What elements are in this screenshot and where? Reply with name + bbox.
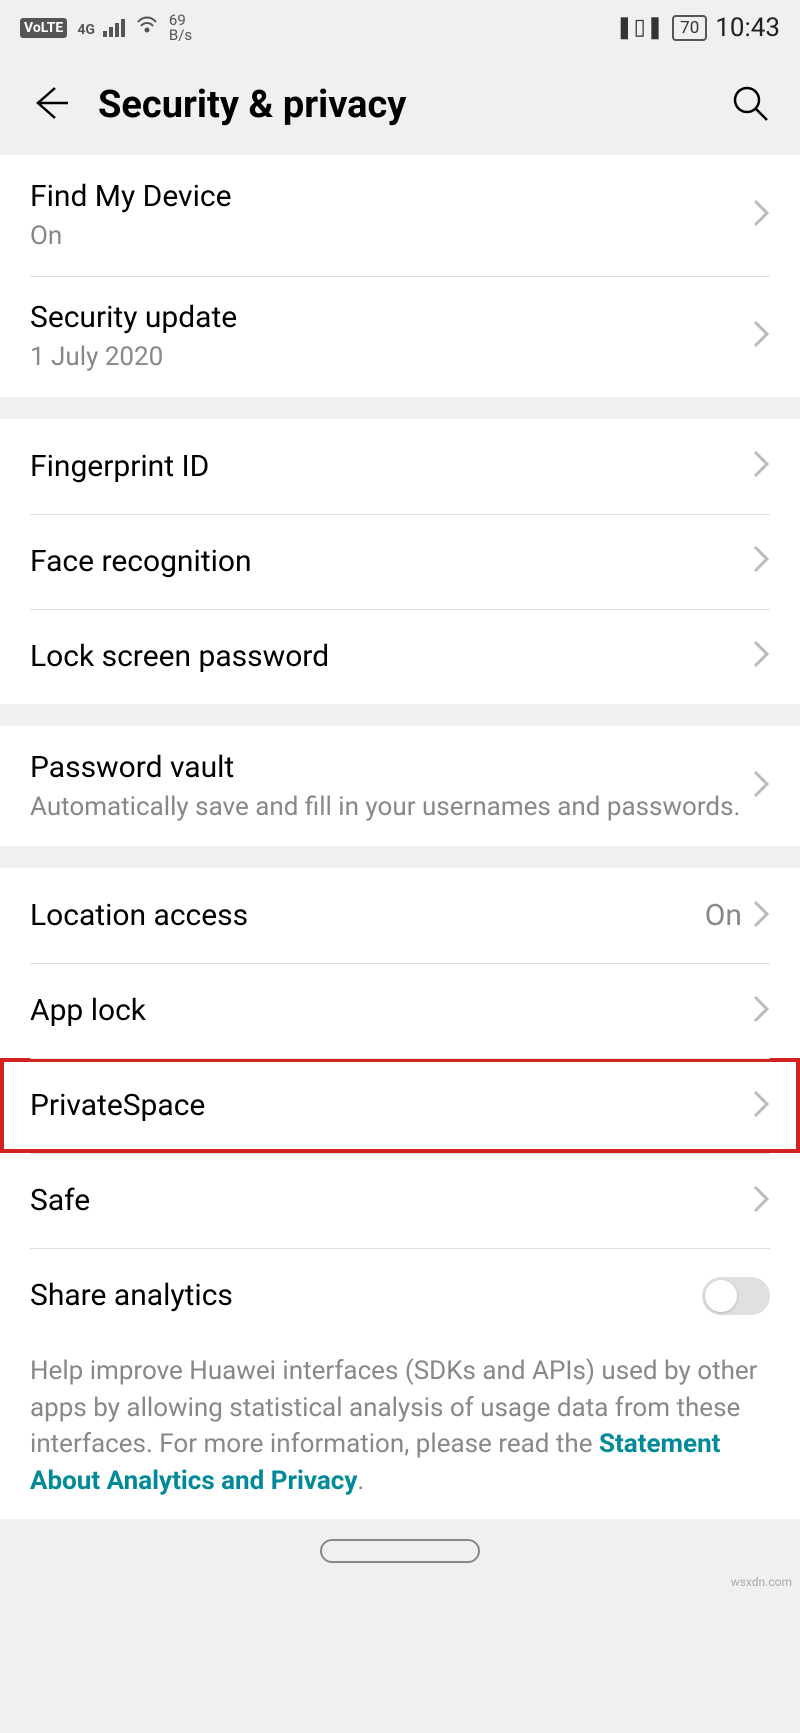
group-biometrics: Fingerprint ID Face recognition Lock scr… <box>0 419 800 704</box>
wifi-icon <box>135 13 159 42</box>
chevron-right-icon <box>752 198 770 232</box>
page-title: Security & privacy <box>98 83 702 127</box>
speed-unit: B/s <box>169 28 192 43</box>
row-title: Safe <box>30 1181 752 1220</box>
row-title: Fingerprint ID <box>30 447 752 486</box>
group-device: Find My Device On Security update 1 July… <box>0 155 800 397</box>
clock: 10:43 <box>715 13 780 43</box>
row-password-vault[interactable]: Password vault Automatically save and fi… <box>0 726 800 847</box>
chevron-right-icon <box>752 994 770 1028</box>
row-fingerprint-id[interactable]: Fingerprint ID <box>0 419 800 514</box>
status-bar: VoLTE 4G 69 B/s ❚▯❚ 70 10:43 <box>0 0 800 55</box>
chevron-right-icon <box>752 1089 770 1123</box>
chevron-right-icon <box>752 769 770 803</box>
battery-indicator: 70 <box>672 15 707 41</box>
status-right: ❚▯❚ 70 10:43 <box>615 13 780 43</box>
row-subtitle: 1 July 2020 <box>30 341 752 375</box>
group-password-vault: Password vault Automatically save and fi… <box>0 726 800 847</box>
row-subtitle: On <box>30 220 752 254</box>
signal-icons: 4G <box>77 19 125 37</box>
row-title: PrivateSpace <box>30 1086 752 1125</box>
analytics-description: Help improve Huawei interfaces (SDKs and… <box>0 1343 800 1519</box>
row-title: Share analytics <box>30 1276 702 1315</box>
watermark: wsxdn.com <box>0 1573 800 1591</box>
header: Security & privacy <box>0 55 800 155</box>
row-private-space[interactable]: PrivateSpace <box>0 1058 800 1153</box>
row-title: Find My Device <box>30 177 752 216</box>
row-title: Location access <box>30 896 705 935</box>
chevron-right-icon <box>752 544 770 578</box>
network-speed: 69 B/s <box>169 13 192 43</box>
row-app-lock[interactable]: App lock <box>0 963 800 1058</box>
chevron-right-icon <box>752 449 770 483</box>
search-icon[interactable] <box>730 83 770 127</box>
row-title: Face recognition <box>30 542 752 581</box>
chevron-right-icon <box>752 899 770 933</box>
row-face-recognition[interactable]: Face recognition <box>0 514 800 609</box>
row-subtitle: Automatically save and fill in your user… <box>30 791 752 825</box>
row-security-update[interactable]: Security update 1 July 2020 <box>0 276 800 397</box>
row-value: On <box>705 898 742 933</box>
network-gen: 4G <box>77 23 95 37</box>
row-lock-screen-password[interactable]: Lock screen password <box>0 609 800 704</box>
back-icon[interactable] <box>30 83 70 127</box>
row-share-analytics[interactable]: Share analytics <box>0 1248 800 1343</box>
chevron-right-icon <box>752 319 770 353</box>
row-find-my-device[interactable]: Find My Device On <box>0 155 800 276</box>
row-title: App lock <box>30 991 752 1030</box>
signal-bars-icon <box>103 19 125 37</box>
row-title: Security update <box>30 298 752 337</box>
row-location-access[interactable]: Location access On <box>0 868 800 963</box>
group-more: Location access On App lock PrivateSpace… <box>0 868 800 1519</box>
row-title: Lock screen password <box>30 637 752 676</box>
chevron-right-icon <box>752 1184 770 1218</box>
chevron-right-icon <box>752 639 770 673</box>
volte-badge: VoLTE <box>20 18 67 38</box>
row-safe[interactable]: Safe <box>0 1153 800 1248</box>
home-indicator[interactable] <box>320 1539 480 1563</box>
vibrate-icon: ❚▯❚ <box>615 15 664 40</box>
share-analytics-toggle[interactable] <box>702 1277 770 1315</box>
row-title: Password vault <box>30 748 752 787</box>
description-suffix: . <box>357 1466 364 1496</box>
status-left: VoLTE 4G 69 B/s <box>20 13 192 43</box>
